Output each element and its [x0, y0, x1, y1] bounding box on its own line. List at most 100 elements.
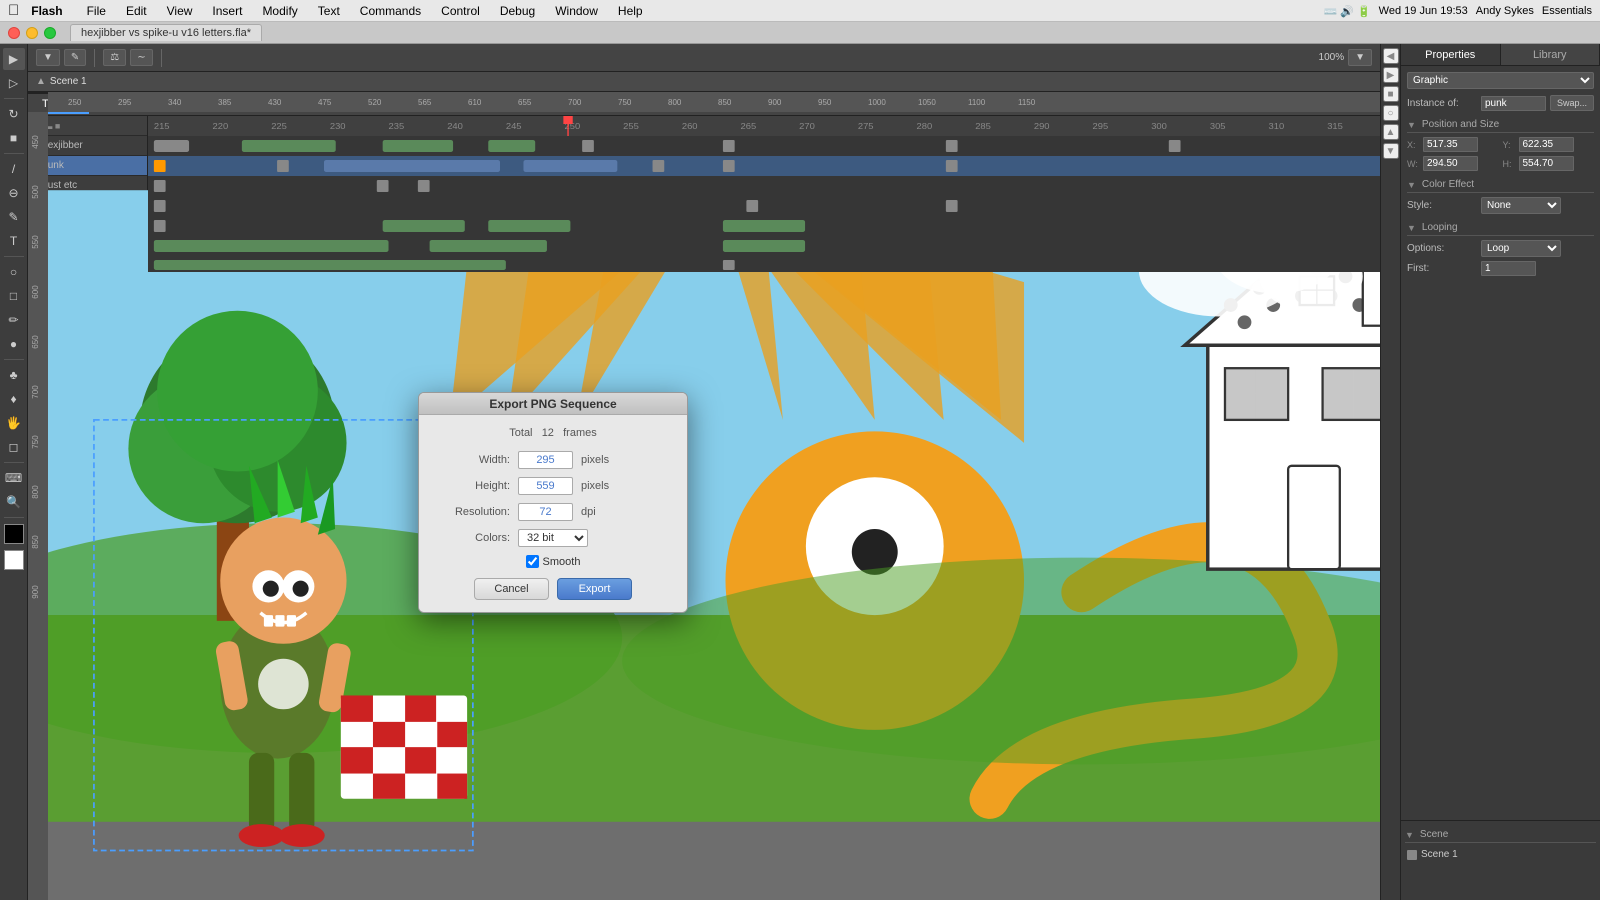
- eraser-tool[interactable]: ◻: [3, 436, 25, 458]
- zoom-dropdown[interactable]: ▼: [1348, 49, 1372, 66]
- type-select[interactable]: Graphic: [1407, 72, 1594, 89]
- menu-insert[interactable]: Insert: [204, 4, 250, 18]
- line-tool[interactable]: /: [3, 158, 25, 180]
- looping-header: ▼ Looping: [1407, 218, 1594, 236]
- eyedropper-tool[interactable]: 🖐: [3, 412, 25, 434]
- timeline-frames[interactable]: 215 220 225 230 235 240 245 250 255 260 …: [148, 116, 1380, 272]
- export-button[interactable]: Export: [557, 578, 632, 600]
- select-tool[interactable]: ▶: [3, 48, 25, 70]
- canvas-area[interactable]: 250 295 340 385 430 475 520 565 610 655 …: [28, 92, 1380, 900]
- scene-item-label: Scene 1: [1421, 849, 1458, 860]
- subselect-tool[interactable]: ▷: [3, 72, 25, 94]
- filename-tab[interactable]: hexjibber vs spike-u v16 letters.fla*: [70, 24, 262, 41]
- oval-tool[interactable]: ○: [3, 261, 25, 283]
- ink-bottle-tool[interactable]: ♦: [3, 388, 25, 410]
- style-row: Style: None Brightness Tint Alpha Advanc…: [1407, 197, 1594, 214]
- svg-text:230: 230: [330, 122, 346, 131]
- svg-text:290: 290: [1034, 122, 1050, 131]
- style-select[interactable]: None Brightness Tint Alpha Advanced: [1481, 197, 1561, 214]
- pen-tool[interactable]: ✎: [3, 206, 25, 228]
- text-tool[interactable]: T: [3, 230, 25, 252]
- y-input[interactable]: [1519, 137, 1574, 152]
- essentials-label[interactable]: Essentials: [1542, 5, 1592, 17]
- brush-tool[interactable]: ●: [3, 333, 25, 355]
- smooth-button[interactable]: ∼: [130, 49, 152, 66]
- close-button[interactable]: [8, 27, 20, 39]
- menu-control[interactable]: Control: [433, 4, 488, 18]
- fill-color-swatch[interactable]: [4, 550, 24, 570]
- panel-icon-4[interactable]: ▼: [1383, 143, 1399, 159]
- menu-edit[interactable]: Edit: [118, 4, 155, 18]
- maximize-button[interactable]: [44, 27, 56, 39]
- right-panel: Properties Library Graphic Instance of: …: [1400, 44, 1600, 900]
- svg-text:340: 340: [168, 98, 182, 107]
- svg-text:500: 500: [31, 185, 40, 199]
- pencil-tool[interactable]: ✏: [3, 309, 25, 331]
- x-input[interactable]: [1423, 137, 1478, 152]
- w-input[interactable]: [1423, 156, 1478, 171]
- stroke-color-swatch[interactable]: [4, 524, 24, 544]
- menu-modify[interactable]: Modify: [254, 4, 305, 18]
- menu-view[interactable]: View: [159, 4, 201, 18]
- svg-text:260: 260: [682, 122, 698, 131]
- options-select[interactable]: Loop Play Once Single Frame: [1481, 240, 1561, 257]
- width-input[interactable]: [518, 451, 573, 469]
- collapse-panel-btn[interactable]: ◀: [1383, 48, 1399, 64]
- svg-text:750: 750: [31, 435, 40, 449]
- tab-library[interactable]: Library: [1501, 44, 1600, 65]
- color-effect-label: Color Effect: [1422, 179, 1474, 190]
- menu-commands[interactable]: Commands: [352, 4, 429, 18]
- edit-button[interactable]: ✎: [64, 49, 86, 66]
- paint-bucket-tool[interactable]: ♣: [3, 364, 25, 386]
- svg-text:300: 300: [1151, 122, 1167, 131]
- rect-tool[interactable]: □: [3, 285, 25, 307]
- lasso-tool[interactable]: ⊖: [3, 182, 25, 204]
- position-size-header: ▼ Position and Size: [1407, 115, 1594, 133]
- minimize-button[interactable]: [26, 27, 38, 39]
- scene-header: ▼ Scene: [1405, 825, 1596, 843]
- svg-text:280: 280: [917, 122, 933, 131]
- zoom-tool[interactable]: 🔍: [3, 491, 25, 513]
- snap-button[interactable]: ⚖: [103, 49, 126, 66]
- swap-button[interactable]: Swap...: [1550, 95, 1594, 111]
- svg-text:275: 275: [858, 122, 874, 131]
- tool-separator-6: [4, 517, 24, 518]
- cancel-button[interactable]: Cancel: [474, 578, 549, 600]
- menu-file[interactable]: File: [79, 4, 114, 18]
- hand-tool[interactable]: ⌨: [3, 467, 25, 489]
- new-layer-button[interactable]: ▼: [36, 49, 60, 66]
- height-input[interactable]: [518, 477, 573, 495]
- app-name[interactable]: Flash: [31, 4, 62, 18]
- scene-name[interactable]: Scene 1: [50, 76, 87, 87]
- smooth-checkbox[interactable]: [526, 555, 539, 568]
- colors-select[interactable]: 32 bit 24 bit 8 bit: [518, 529, 588, 547]
- height-unit: pixels: [581, 480, 609, 492]
- menu-debug[interactable]: Debug: [492, 4, 543, 18]
- menu-help[interactable]: Help: [610, 4, 651, 18]
- svg-text:1050: 1050: [918, 98, 936, 107]
- gradient-tool[interactable]: ■: [3, 127, 25, 149]
- free-transform-tool[interactable]: ↻: [3, 103, 25, 125]
- tab-properties[interactable]: Properties: [1401, 44, 1501, 65]
- menu-bar:  Flash File Edit View Insert Modify Tex…: [0, 0, 1600, 22]
- svg-text:295: 295: [1093, 122, 1109, 131]
- panel-icon-3[interactable]: ▲: [1383, 124, 1399, 140]
- menu-text[interactable]: Text: [310, 4, 348, 18]
- scene-section: ▼ Scene Scene 1: [1401, 820, 1600, 900]
- first-input[interactable]: [1481, 261, 1536, 276]
- svg-text:265: 265: [741, 122, 757, 131]
- tool-separator-1: [4, 98, 24, 99]
- resolution-input[interactable]: [518, 503, 573, 521]
- svg-text:475: 475: [318, 98, 332, 107]
- scene-item[interactable]: Scene 1: [1405, 847, 1596, 862]
- smooth-row: Smooth: [435, 555, 671, 568]
- h-input[interactable]: [1519, 156, 1574, 171]
- dialog-body: Total 12 frames Width: pixels H: [419, 415, 687, 612]
- panel-icon-1[interactable]: ■: [1383, 86, 1399, 102]
- apple-menu[interactable]: : [8, 2, 19, 19]
- panel-icon-2[interactable]: ○: [1383, 105, 1399, 121]
- menu-window[interactable]: Window: [547, 4, 606, 18]
- expand-panel-btn[interactable]: ▶: [1383, 67, 1399, 83]
- timeline-content: ▼ ▬ ■ ▶ hexjibber ▶ punk ▶ dust etc: [28, 116, 1380, 272]
- instance-input[interactable]: [1481, 96, 1546, 111]
